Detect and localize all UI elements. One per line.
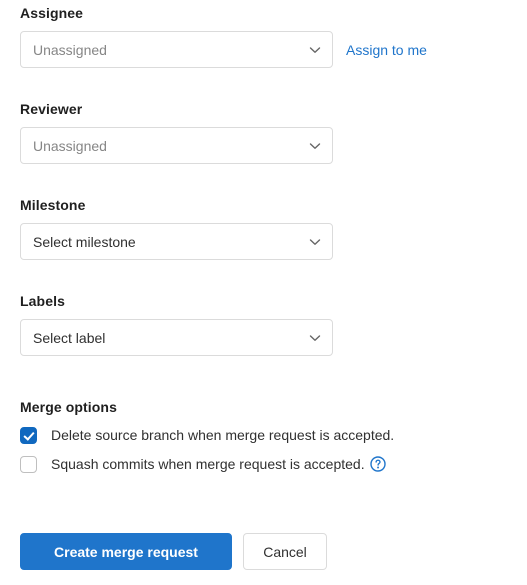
squash-commits-checkbox[interactable] bbox=[20, 456, 37, 473]
chevron-down-icon bbox=[307, 330, 323, 346]
reviewer-select-value: Unassigned bbox=[33, 137, 107, 154]
create-merge-request-button[interactable]: Create merge request bbox=[20, 533, 232, 570]
chevron-down-icon bbox=[307, 138, 323, 154]
merge-request-form: Assignee Unassigned Assign to me Reviewe… bbox=[0, 0, 527, 585]
squash-commits-text: Squash commits when merge request is acc… bbox=[51, 456, 365, 472]
checkbox-row: Squash commits when merge request is acc… bbox=[20, 454, 520, 474]
labels-select[interactable]: Select label bbox=[20, 319, 333, 356]
reviewer-label: Reviewer bbox=[20, 101, 83, 117]
milestone-select[interactable]: Select milestone bbox=[20, 223, 333, 260]
chevron-down-icon bbox=[307, 234, 323, 250]
checkbox-row: Delete source branch when merge request … bbox=[20, 425, 520, 445]
cancel-button[interactable]: Cancel bbox=[243, 533, 327, 570]
assignee-label: Assignee bbox=[20, 5, 84, 21]
assignee-select[interactable]: Unassigned bbox=[20, 31, 333, 68]
squash-commits-label[interactable]: Squash commits when merge request is acc… bbox=[51, 454, 386, 474]
field-labels: Labels Select label bbox=[20, 292, 333, 356]
field-milestone: Milestone Select milestone bbox=[20, 196, 333, 260]
labels-label: Labels bbox=[20, 293, 65, 309]
field-reviewer: Reviewer Unassigned bbox=[20, 100, 333, 164]
chevron-down-icon bbox=[307, 42, 323, 58]
reviewer-select[interactable]: Unassigned bbox=[20, 127, 333, 164]
field-assignee: Assignee Unassigned Assign to me bbox=[20, 4, 427, 68]
merge-options-section: Merge options Delete source branch when … bbox=[20, 398, 520, 474]
delete-source-branch-label[interactable]: Delete source branch when merge request … bbox=[51, 425, 394, 445]
assignee-select-value: Unassigned bbox=[33, 41, 107, 58]
labels-select-value: Select label bbox=[33, 329, 106, 346]
merge-options-label: Merge options bbox=[20, 399, 117, 415]
assign-to-me-link[interactable]: Assign to me bbox=[346, 40, 427, 60]
question-circle-icon[interactable] bbox=[369, 456, 386, 472]
delete-source-branch-checkbox[interactable] bbox=[20, 427, 37, 444]
form-actions: Create merge request Cancel bbox=[20, 533, 327, 570]
milestone-select-value: Select milestone bbox=[33, 233, 136, 250]
assignee-row: Unassigned Assign to me bbox=[20, 31, 427, 68]
milestone-label: Milestone bbox=[20, 197, 86, 213]
